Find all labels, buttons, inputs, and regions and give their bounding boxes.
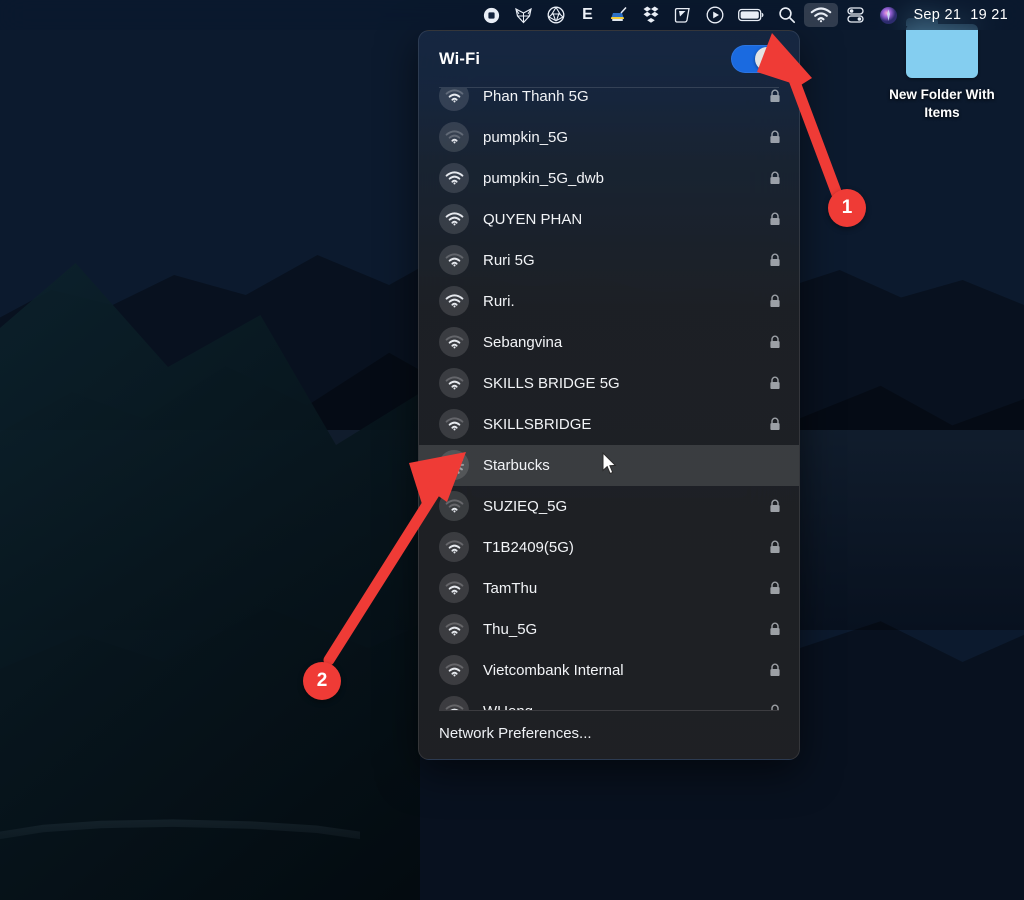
wifi-menubar-icon[interactable] — [804, 3, 839, 27]
network-name: SUZIEQ_5G — [483, 497, 568, 515]
menu-bar: E Sep 21 19 21 — [0, 0, 1024, 30]
control-center-icon[interactable] — [840, 3, 871, 27]
connecting-spinner — [443, 454, 465, 476]
network-row-sebangvina[interactable]: Sebangvina — [419, 322, 799, 363]
wifi-signal-icon — [439, 245, 469, 276]
network-row-phan-thanh-5g[interactable]: Phan Thanh 5G — [419, 87, 799, 117]
evernote-icon[interactable]: E — [573, 3, 601, 27]
network-row-ruri-5g[interactable]: Ruri 5G — [419, 240, 799, 281]
network-row-thu-5g[interactable]: Thu_5G — [419, 609, 799, 650]
network-name: Vietcombank Internal — [483, 661, 624, 679]
lock-icon — [769, 212, 781, 226]
shape-app-icon[interactable] — [667, 3, 698, 27]
network-name: Thu_5G — [483, 620, 538, 638]
lock-icon — [769, 622, 781, 636]
lock-icon — [769, 417, 781, 431]
network-name: SKILLSBRIDGE — [483, 415, 592, 433]
lock-icon — [769, 253, 781, 267]
lock-icon — [769, 130, 781, 144]
wifi-signal-icon — [439, 491, 469, 522]
network-name: T1B2409(5G) — [483, 538, 574, 556]
network-name: Sebangvina — [483, 333, 563, 351]
wifi-signal-icon — [439, 204, 469, 235]
network-row-suzieq-5g[interactable]: SUZIEQ_5G — [419, 486, 799, 527]
ukraine-app-icon[interactable] — [603, 3, 635, 27]
connecting-spinner-wrap — [439, 450, 469, 481]
menu-bar-clock[interactable]: Sep 21 19 21 — [905, 7, 1016, 23]
wifi-signal-icon — [439, 163, 469, 194]
lock-icon — [769, 376, 781, 390]
network-row-whong[interactable]: WHong — [419, 691, 799, 710]
wifi-signal-icon — [439, 87, 469, 112]
desktop-folder-item[interactable]: New Folder With Items — [880, 18, 1004, 122]
wifi-signal-icon — [439, 655, 469, 686]
siri-icon[interactable] — [873, 3, 904, 27]
lock-icon — [769, 499, 781, 513]
wifi-power-toggle[interactable] — [731, 45, 781, 73]
network-row-quyen-phan[interactable]: QUYEN PHAN — [419, 199, 799, 240]
lock-icon — [769, 704, 781, 710]
mouse-cursor — [602, 452, 617, 475]
network-name: Phan Thanh 5G — [483, 87, 589, 105]
network-name: TamThu — [483, 579, 538, 597]
network-name: Starbucks — [483, 456, 550, 474]
fox-app-icon[interactable] — [508, 3, 539, 27]
lock-icon — [769, 294, 781, 308]
wifi-signal-icon — [439, 573, 469, 604]
network-name: pumpkin_5G_dwb — [483, 169, 604, 187]
network-row-ruri[interactable]: Ruri. — [419, 281, 799, 322]
lock-icon — [769, 171, 781, 185]
evernote-icon-letter: E — [582, 6, 593, 23]
wifi-panel-footer: Network Preferences... — [419, 710, 799, 759]
wifi-toggle-knob — [755, 47, 779, 71]
network-row-pumpkin-5g[interactable]: pumpkin_5G — [419, 117, 799, 158]
network-name: Ruri. — [483, 292, 515, 310]
dropbox-icon[interactable] — [637, 3, 665, 27]
network-name: Ruri 5G — [483, 251, 535, 269]
record-stop-icon[interactable] — [477, 3, 506, 27]
clock-time: 19 21 — [970, 7, 1008, 23]
wifi-panel-title: Wi-Fi — [439, 49, 481, 68]
wifi-signal-icon — [439, 409, 469, 440]
battery-icon[interactable] — [732, 3, 770, 27]
aperture-icon[interactable] — [541, 3, 571, 27]
network-name: WHong — [483, 703, 755, 710]
wifi-signal-icon — [439, 614, 469, 645]
network-row-skills-bridge-5g[interactable]: SKILLS BRIDGE 5G — [419, 363, 799, 404]
network-row-skillsbridge[interactable]: SKILLSBRIDGE — [419, 404, 799, 445]
folder-icon — [906, 18, 978, 78]
wifi-panel-header: Wi-Fi — [419, 31, 799, 87]
wifi-signal-icon — [439, 327, 469, 358]
network-row-pumpkin-5g-dwb[interactable]: pumpkin_5G_dwb — [419, 158, 799, 199]
wifi-network-list[interactable]: Phan Thanh 5G pumpkin_5G pumpkin_5G_dwb QUY… — [419, 87, 799, 710]
play-circle-icon[interactable] — [700, 3, 730, 27]
network-name: QUYEN PHAN — [483, 210, 583, 228]
wifi-signal-icon — [439, 368, 469, 399]
network-name: SKILLS BRIDGE 5G — [483, 374, 620, 392]
network-row-vietcombank-internal[interactable]: Vietcombank Internal — [419, 650, 799, 691]
network-preferences-label: Network Preferences... — [439, 724, 592, 742]
wifi-signal-icon — [439, 122, 469, 153]
clock-date: Sep 21 — [913, 7, 962, 23]
wifi-menu-panel: Wi-Fi Phan Thanh 5G pumpkin_5G pumpkin_5G_… — [418, 30, 800, 760]
lock-icon — [769, 540, 781, 554]
network-row-t1b2409-5g[interactable]: T1B2409(5G) — [419, 527, 799, 568]
lock-icon — [769, 89, 781, 103]
lock-icon — [769, 335, 781, 349]
wifi-signal-icon — [439, 696, 469, 710]
wifi-signal-icon — [439, 532, 469, 563]
network-preferences-item[interactable]: Network Preferences... — [419, 711, 799, 755]
desktop-folder-label: New Folder With Items — [889, 87, 995, 121]
lock-icon — [769, 663, 781, 677]
network-row-tamthu[interactable]: TamThu — [419, 568, 799, 609]
lock-icon — [769, 581, 781, 595]
network-name: pumpkin_5G — [483, 128, 569, 146]
wifi-signal-icon — [439, 286, 469, 317]
spotlight-search-icon[interactable] — [772, 3, 802, 27]
